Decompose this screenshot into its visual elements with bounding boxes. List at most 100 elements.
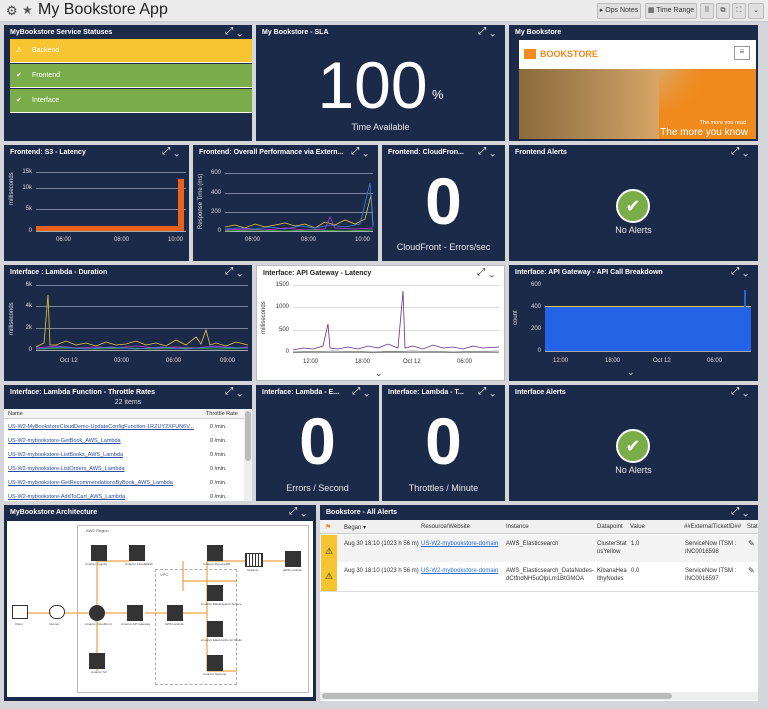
table-row-name[interactable]: US-W2-mybookstore-GetBook_AWS_Lambda [8,438,121,444]
dynamodb-icon[interactable] [207,545,223,561]
cloudfront-errors-widget: Frontend: CloudFron... ⤢⌄ 0 CloudFront -… [382,145,505,261]
col-status[interactable]: Stat [747,524,758,530]
table-row-name[interactable]: US-W2-mybookstore-ListBooks_AWS_Lambda [8,452,123,458]
lambda-throttles-widget: Interface: Lambda - T... ⤢⌄ 0 Throttles … [382,385,505,501]
x-tick: 06:00 [245,237,261,243]
col-instance[interactable]: Instance [506,524,529,530]
alert-resource-link[interactable]: US-W2-mybookstore-domain [421,567,503,575]
streams-icon[interactable] [245,553,263,567]
alert-row[interactable]: ⚠ Aug 30 18:10 (1023 h 56 m) US-W2-myboo… [320,562,758,592]
widget-controls[interactable]: ⤢⌄ [225,266,246,277]
x-tick: Oct 12 [60,358,78,364]
expand-chevron-icon[interactable]: ⌄ [375,368,383,379]
gear-icon[interactable]: ⚙ [6,3,18,19]
edit-icon[interactable]: ✎ [748,567,755,575]
widget-controls[interactable]: ⤢⌄ [162,146,183,157]
gridline [36,188,186,189]
star-icon[interactable]: ★ [22,3,33,17]
cognito-icon[interactable] [91,545,107,561]
widget-controls[interactable]: ⤢⌄ [731,266,752,277]
widget-controls[interactable]: ⤢⌄ [478,146,499,157]
col-ticket[interactable]: ##ExternalTicketID## [684,524,741,530]
table-row-name[interactable]: US-W2-mybookstore-ListOrders_AWS_Lambda [8,466,125,472]
status-label: Backend [32,47,60,54]
bookstore-image-widget: My Bookstore BOOKSTORE ≡ The more you re… [509,25,758,141]
col-datapoint[interactable]: Datapoint [597,524,623,530]
neptune-icon[interactable] [207,655,223,671]
sla-widget: My Bookstore - SLA ⤢⌄ 100 % Time Availab… [256,25,505,141]
severity-sort-icon[interactable]: ⚑ [325,523,331,531]
architecture-diagram: AWS Region VPC Amazon Cognito Amazon Clo… [7,521,313,697]
col-began[interactable]: Began ▾ [344,524,366,531]
widget-title: Interface : Lambda - Duration [10,269,108,276]
elasticache-icon[interactable] [207,621,223,637]
ops-notes-button[interactable]: ▸ Ops Notes [597,3,641,19]
node-label: Amazon API Gateway [121,622,151,626]
col-name[interactable]: Name [8,411,23,417]
widget-controls[interactable]: ⤢⌄ [478,26,499,37]
y-tick: 400 [210,190,221,196]
status-interface[interactable]: ✔ Interface [10,89,252,113]
elasticsearch-icon[interactable] [207,585,223,601]
y-tick: 5k [25,206,32,212]
edit-icon[interactable]: ✎ [748,540,755,548]
s3-icon[interactable] [89,653,105,669]
status-backend[interactable]: ⚠ Backend [10,39,252,63]
widget-controls[interactable]: ⤢⌄ [351,146,372,157]
chevron-down-icon[interactable]: ⌄ [748,3,764,19]
layout-icon[interactable]: ⠿ [700,3,714,19]
errors-value: 0 [299,404,336,478]
internet-icon[interactable] [49,605,65,619]
gridline [36,172,186,173]
cloudwatch-icon[interactable] [129,545,145,561]
col-value[interactable]: Value [630,524,645,530]
widget-controls[interactable]: ⤢⌄ [225,386,246,397]
widget-controls[interactable]: ⤢⌄ [225,26,246,37]
widget-controls[interactable]: ⤢⌄ [477,267,498,278]
table-row-name[interactable]: US-W2-mybookstore-AddToCart_AWS_Lambda [8,494,125,500]
y-axis-label: Response Time (ms) [198,173,204,229]
client-icon[interactable] [12,605,28,619]
clone-icon[interactable]: ⧉ [716,3,730,19]
lambda-stream-icon[interactable] [285,551,301,567]
node-label: Streams [247,568,259,572]
widget-controls[interactable]: ⤢⌄ [731,386,752,397]
api-gateway-icon[interactable] [127,605,143,621]
sla-unit: % [432,87,444,102]
node-label: Amazon CloudFront [85,622,112,626]
expand-chevron-icon[interactable]: ⌄ [627,367,635,378]
warning-icon: ⚠ [321,562,337,591]
widget-controls[interactable]: ⤢⌄ [289,506,310,517]
x-axis [545,351,751,352]
interface-alerts-widget: Interface Alerts ⤢⌄ ✔ No Alerts [509,385,758,501]
cloudfront-icon[interactable] [89,605,105,621]
fullscreen-icon[interactable]: ⛶ [732,3,746,19]
widget-controls[interactable]: ⤢⌄ [352,386,373,397]
alert-resource-link[interactable]: US-W2-mybookstore-domain [421,540,503,548]
y-tick: 1000 [275,304,289,310]
table-row-name[interactable]: US-W2-mybookstore-GetRecommendationsByBo… [8,480,173,486]
lambda-icon[interactable] [167,605,183,621]
table-row-rate: 0 /min. [210,466,227,472]
latency-spike [178,179,184,231]
col-resource[interactable]: Resource/Website [421,524,470,530]
widget-controls[interactable]: ⤢⌄ [478,386,499,397]
api-call-breakdown-widget: Interface: API Gateway - API Call Breakd… [509,265,758,381]
status-frontend[interactable]: ✔ Frontend [10,64,252,88]
menu-icon[interactable]: ≡ [734,46,750,60]
widget-title: Frontend: S3 - Latency [10,149,86,156]
table-row-name[interactable]: US-W2-MyBookstoreCloudDemo-UpdateConfigF… [8,424,194,430]
y-tick: 0 [28,347,32,353]
table-row-rate: 0 /min. [210,480,227,486]
widget-controls[interactable]: ⤢⌄ [731,146,752,157]
alert-instance: AWS_Elasticsearch_DataNodes-dCtfndNH5uOl… [506,568,594,582]
y-tick: 4k [25,303,32,309]
widget-controls[interactable]: ⤢⌄ [731,506,752,517]
node-label: Amazon S3 [91,670,107,674]
time-range-button[interactable]: ▦ Time Range [645,3,697,19]
y-tick: 0 [217,228,221,234]
col-throttle-rate[interactable]: Throttle Rate [206,411,238,417]
y-tick: 600 [530,282,541,288]
horizontal-scrollbar[interactable] [320,692,758,700]
scrollbar[interactable] [244,409,252,501]
